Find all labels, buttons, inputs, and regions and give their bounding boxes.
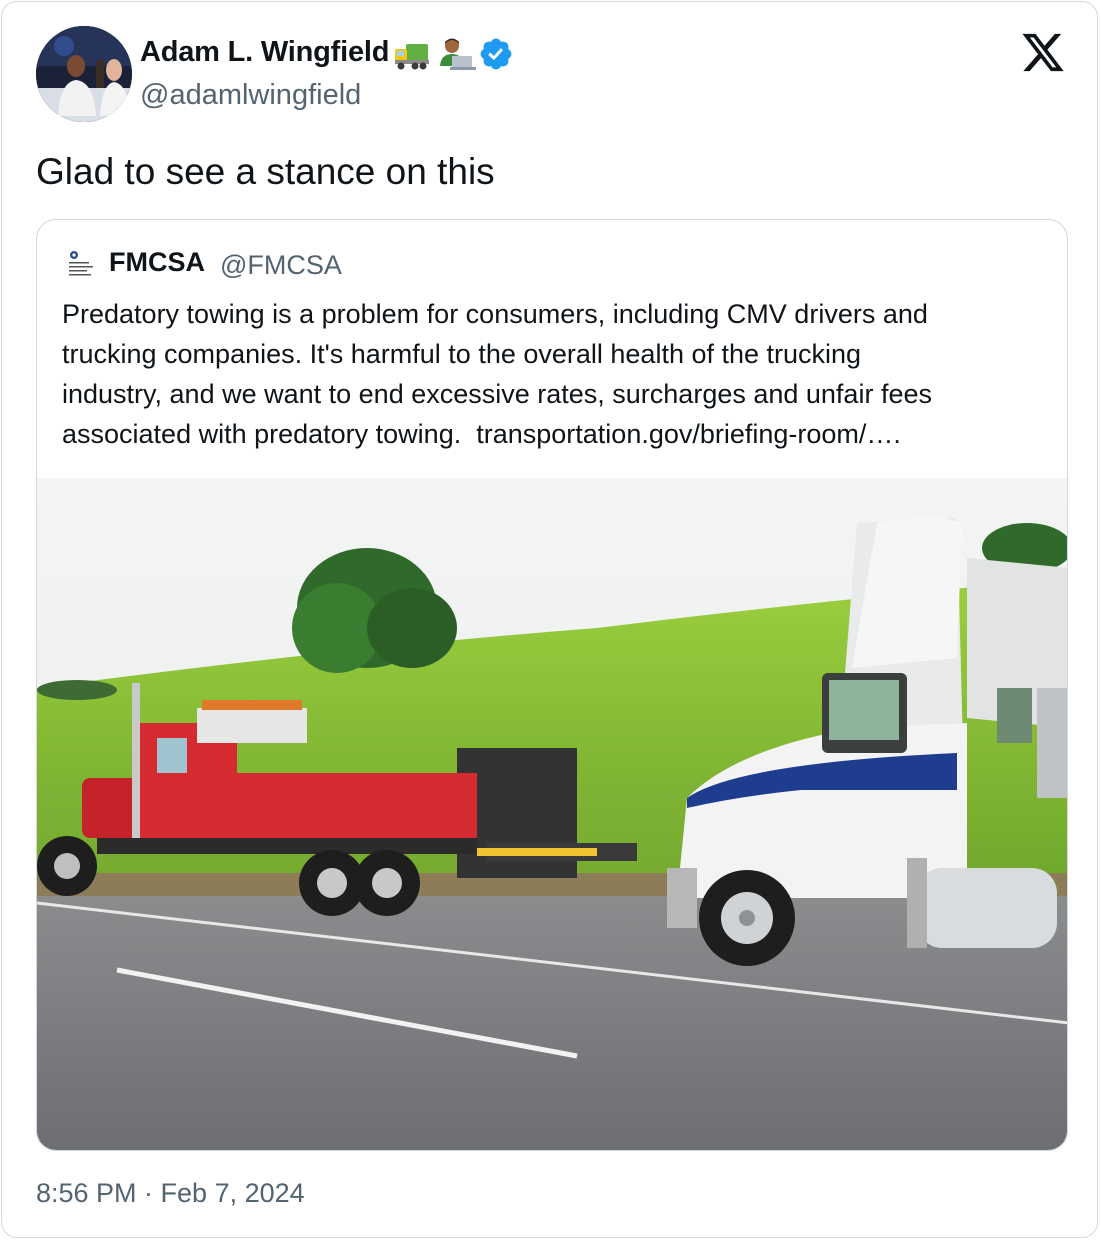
- quoted-author-handle[interactable]: @FMCSA: [220, 250, 342, 281]
- truck-icon: [395, 44, 429, 70]
- fmcsa-logo-icon: [67, 250, 95, 280]
- x-logo-icon[interactable]: [1020, 32, 1066, 74]
- briefing-room-link[interactable]: transportation.gov/briefing-room/….: [476, 419, 901, 449]
- quoted-text-line: industry, and we want to end excessive r…: [62, 379, 932, 409]
- author-avatar[interactable]: [36, 26, 132, 122]
- tow-truck-photo[interactable]: [37, 478, 1067, 1150]
- author-name[interactable]: Adam L. Wingfield: [140, 36, 389, 69]
- quoted-tweet-text: Predatory towing is a problem for consum…: [62, 294, 1047, 454]
- quoted-text-line: Predatory towing is a problem for consum…: [62, 299, 928, 329]
- tweet-timestamp[interactable]: 8:56 PM · Feb 7, 2024: [36, 1178, 305, 1209]
- quoted-text-line: trucking companies. It's harmful to the …: [62, 339, 862, 369]
- author-emojis: [394, 36, 476, 72]
- verified-badge-icon: [478, 36, 514, 72]
- quoted-tweet[interactable]: FMCSA @FMCSA Predatory towing is a probl…: [36, 219, 1068, 1151]
- tweet-text: Glad to see a stance on this: [36, 151, 495, 192]
- quoted-text-line: associated with predatory towing. transp…: [62, 414, 1047, 454]
- quoted-author-name[interactable]: FMCSA: [109, 247, 205, 278]
- technologist-icon: [440, 38, 476, 70]
- quoted-text-line-end: associated with predatory towing.: [62, 419, 462, 449]
- tweet-card: Adam L. Wingfield @adamlwingfield Glad t…: [1, 1, 1098, 1238]
- author-handle[interactable]: @adamlwingfield: [140, 79, 361, 112]
